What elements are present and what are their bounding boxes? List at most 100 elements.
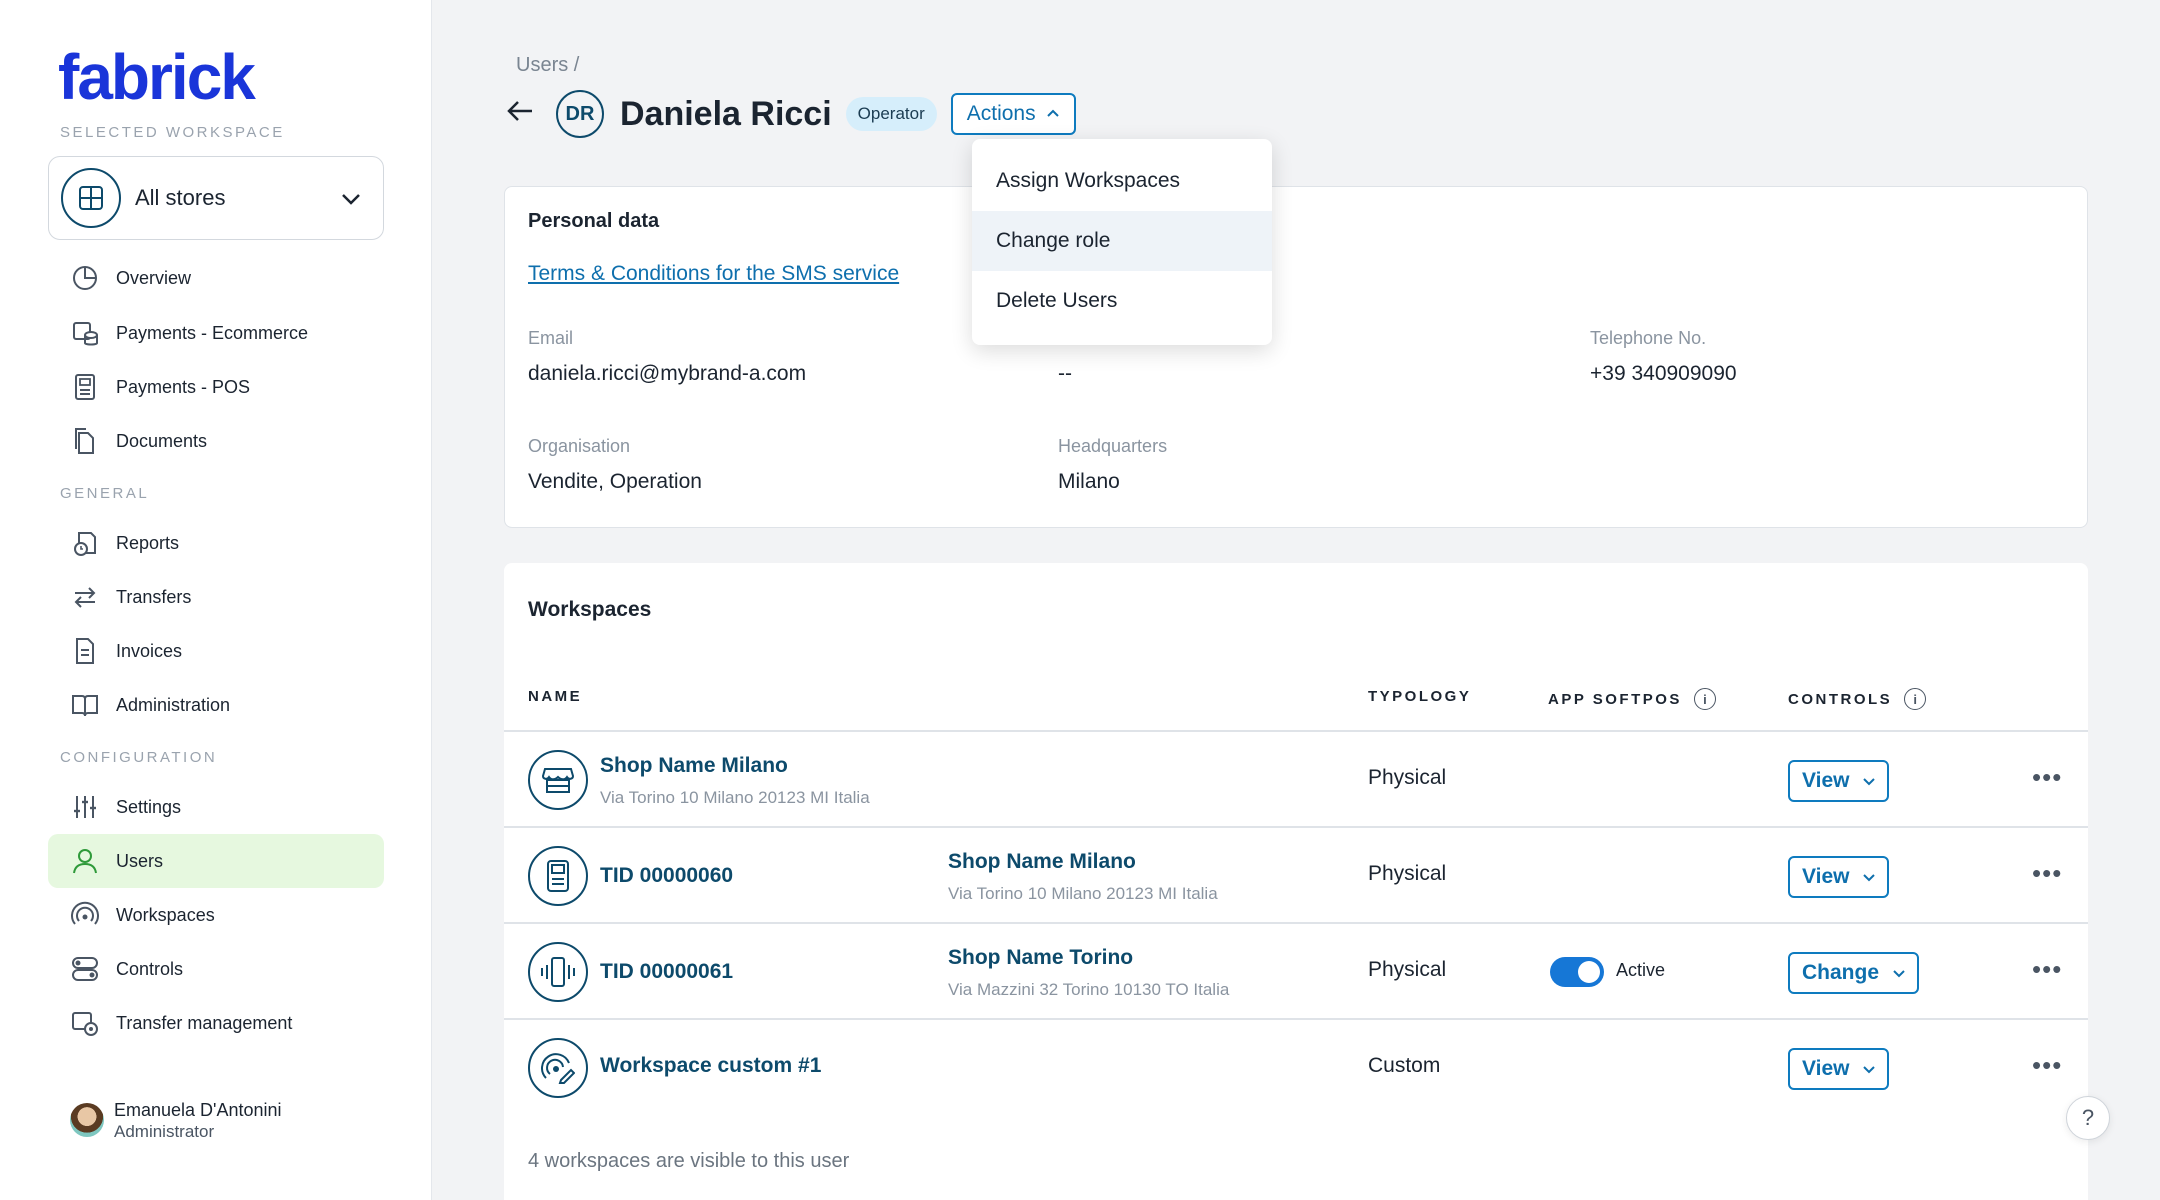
- page-header: DR Daniela Ricci Operator Actions: [506, 88, 1076, 140]
- sidebar-item-label: Workspaces: [116, 904, 215, 925]
- breadcrumb[interactable]: Users /: [516, 54, 579, 77]
- table-row[interactable]: Shop Name Milano Via Torino 10 Milano 20…: [504, 732, 2088, 828]
- column-header-softpos[interactable]: APP SOFTPOS i: [1548, 688, 1716, 710]
- sidebar-item-label: Payments - POS: [116, 376, 251, 397]
- menu-item-change-role[interactable]: Change role: [972, 211, 1272, 271]
- sidebar-item-label: Administration: [116, 694, 231, 715]
- actions-menu: Assign Workspaces Change role Delete Use…: [972, 139, 1272, 345]
- sidebar-item-payments-pos[interactable]: Payments - POS: [48, 360, 384, 414]
- table-row[interactable]: TID 00000060 Shop Name Milano Via Torino…: [504, 828, 2088, 924]
- control-button-label: View: [1802, 1057, 1850, 1080]
- control-button-label: Change: [1802, 961, 1880, 984]
- info-icon[interactable]: i: [1904, 688, 1927, 710]
- table-row[interactable]: Workspace custom #1 Custom View •••: [504, 1020, 2088, 1116]
- pos-terminal-icon: [528, 846, 588, 906]
- workspace-name[interactable]: Shop Name Milano: [600, 754, 788, 778]
- sidebar-item-label: Settings: [116, 796, 182, 817]
- sidebar-item-workspaces[interactable]: Workspaces: [48, 888, 384, 942]
- column-header-name[interactable]: NAME: [528, 688, 582, 705]
- organisation-label: Organisation: [528, 436, 631, 456]
- personal-data-card: [504, 186, 2088, 528]
- column-header-typology-label: TYPOLOGY: [1368, 688, 1472, 705]
- sidebar-item-documents[interactable]: Documents: [48, 414, 384, 468]
- headquarters-label: Headquarters: [1058, 436, 1168, 456]
- chevron-down-icon: [1863, 869, 1876, 885]
- chevron-down-icon: [1863, 773, 1876, 789]
- telephone-value: +39 340909090: [1590, 362, 1737, 385]
- back-arrow-icon[interactable]: [506, 97, 546, 131]
- more-options-icon[interactable]: •••: [2032, 954, 2062, 985]
- terms-link[interactable]: Terms & Conditions for the SMS service: [528, 262, 899, 286]
- actions-button-label: Actions: [966, 102, 1036, 125]
- control-button-label: View: [1802, 865, 1850, 888]
- sidebar-item-transfers[interactable]: Transfers: [48, 570, 384, 624]
- headquarters-value: Milano: [1058, 470, 1120, 493]
- menu-item-delete-users[interactable]: Delete Users: [972, 271, 1272, 331]
- sidebar-item-label: Reports: [116, 532, 180, 553]
- pie-chart-icon: [70, 263, 100, 293]
- chevron-down-icon: [341, 184, 361, 212]
- empty-field-value: --: [1058, 362, 1072, 385]
- info-icon[interactable]: i: [1693, 688, 1716, 710]
- sidebar-item-overview[interactable]: Overview: [48, 251, 384, 305]
- sidebar-item-label: Payments - Ecommerce: [116, 322, 309, 343]
- more-options-icon[interactable]: •••: [2032, 762, 2062, 793]
- sidebar-item-administration[interactable]: Administration: [48, 678, 384, 732]
- sidebar-item-reports[interactable]: Reports: [48, 516, 384, 570]
- book-icon: [70, 690, 100, 720]
- store-address: Via Torino 10 Milano 20123 MI Italia: [948, 884, 1218, 903]
- configuration-section-label: CONFIGURATION: [60, 749, 218, 766]
- control-dropdown-button[interactable]: View: [1788, 856, 1890, 898]
- selected-workspace-label: SELECTED WORKSPACE: [60, 124, 285, 141]
- workspaces-count-note: 4 workspaces are visible to this user: [528, 1150, 850, 1172]
- softpos-status: Active: [1616, 960, 1666, 980]
- workspace-name[interactable]: TID 00000060: [600, 864, 733, 888]
- current-user-name: Emanuela D'Antonini: [114, 1100, 282, 1120]
- telephone-label: Telephone No.: [1590, 328, 1707, 348]
- sidebar-item-payments-ecommerce[interactable]: Payments - Ecommerce: [48, 306, 384, 360]
- workspace-name[interactable]: TID 00000061: [600, 960, 733, 984]
- custom-signal-icon: [528, 1038, 588, 1098]
- workspace-typology: Custom: [1368, 1054, 1441, 1077]
- organisation-value: Vendite, Operation: [528, 470, 702, 493]
- current-user[interactable]: Emanuela D'Antonini Administrator: [70, 1098, 282, 1142]
- softpos-toggle[interactable]: [1550, 957, 1604, 987]
- column-header-softpos-label: APP SOFTPOS: [1548, 690, 1682, 708]
- menu-item-assign-workspaces[interactable]: Assign Workspaces: [972, 151, 1272, 211]
- user-icon: [70, 846, 100, 876]
- column-header-controls[interactable]: CONTROLS i: [1788, 688, 1927, 710]
- avatar: [70, 1103, 104, 1137]
- sidebar-item-invoices[interactable]: Invoices: [48, 624, 384, 678]
- workspace-select[interactable]: All stores: [48, 156, 384, 240]
- sidebar-item-users[interactable]: Users: [48, 834, 384, 888]
- workspace-address: Via Torino 10 Milano 20123 MI Italia: [600, 788, 870, 807]
- store-name[interactable]: Shop Name Milano: [948, 850, 1136, 874]
- workspaces-title: Workspaces: [528, 598, 652, 621]
- sidebar-item-controls[interactable]: Controls: [48, 942, 384, 996]
- more-options-icon[interactable]: •••: [2032, 1050, 2062, 1081]
- fabrick-logo[interactable]: fabrick: [58, 40, 256, 114]
- column-header-typology[interactable]: TYPOLOGY: [1368, 688, 1471, 705]
- actions-button[interactable]: Actions: [950, 93, 1076, 135]
- help-icon[interactable]: ?: [2066, 1096, 2110, 1140]
- control-dropdown-button[interactable]: Change: [1788, 952, 1920, 994]
- workspace-typology: Physical: [1368, 766, 1447, 789]
- control-dropdown-button[interactable]: View: [1788, 1048, 1890, 1090]
- workspace-name[interactable]: Workspace custom #1: [600, 1054, 821, 1078]
- store-grid-icon: [61, 168, 121, 228]
- store-address: Via Mazzini 32 Torino 10130 TO Italia: [948, 980, 1230, 999]
- store-name[interactable]: Shop Name Torino: [948, 946, 1133, 970]
- sidebar-item-transfer-management[interactable]: Transfer management: [48, 996, 384, 1050]
- column-header-name-label: NAME: [528, 688, 583, 705]
- control-dropdown-button[interactable]: View: [1788, 760, 1890, 802]
- sidebar-item-label: Users: [116, 850, 164, 871]
- table-row[interactable]: TID 00000061 Shop Name Torino Via Mazzin…: [504, 924, 2088, 1020]
- more-options-icon[interactable]: •••: [2032, 858, 2062, 889]
- invoice-icon: [70, 636, 100, 666]
- chevron-up-icon: [1046, 105, 1060, 123]
- coins-icon: [70, 318, 100, 348]
- documents-icon: [70, 426, 100, 456]
- sidebar-item-settings[interactable]: Settings: [48, 780, 384, 834]
- general-section-label: GENERAL: [60, 485, 150, 502]
- workspace-typology: Physical: [1368, 958, 1447, 981]
